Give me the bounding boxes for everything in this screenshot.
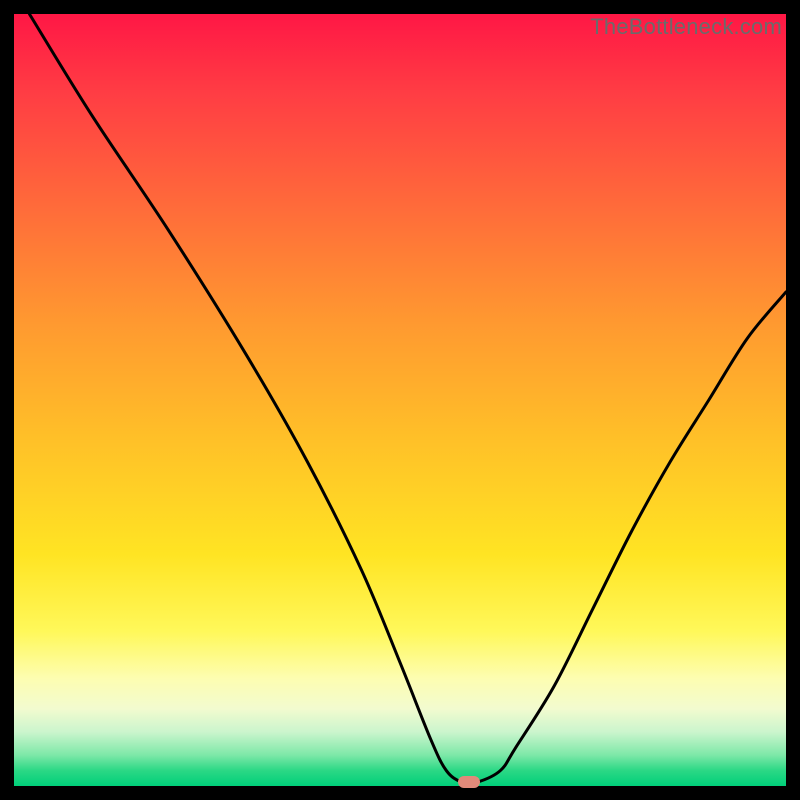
plot-area: TheBottleneck.com: [14, 14, 786, 786]
curve-path: [29, 14, 786, 784]
optimal-marker: [458, 776, 480, 788]
chart-frame: TheBottleneck.com: [0, 0, 800, 800]
bottleneck-curve: [14, 14, 786, 786]
